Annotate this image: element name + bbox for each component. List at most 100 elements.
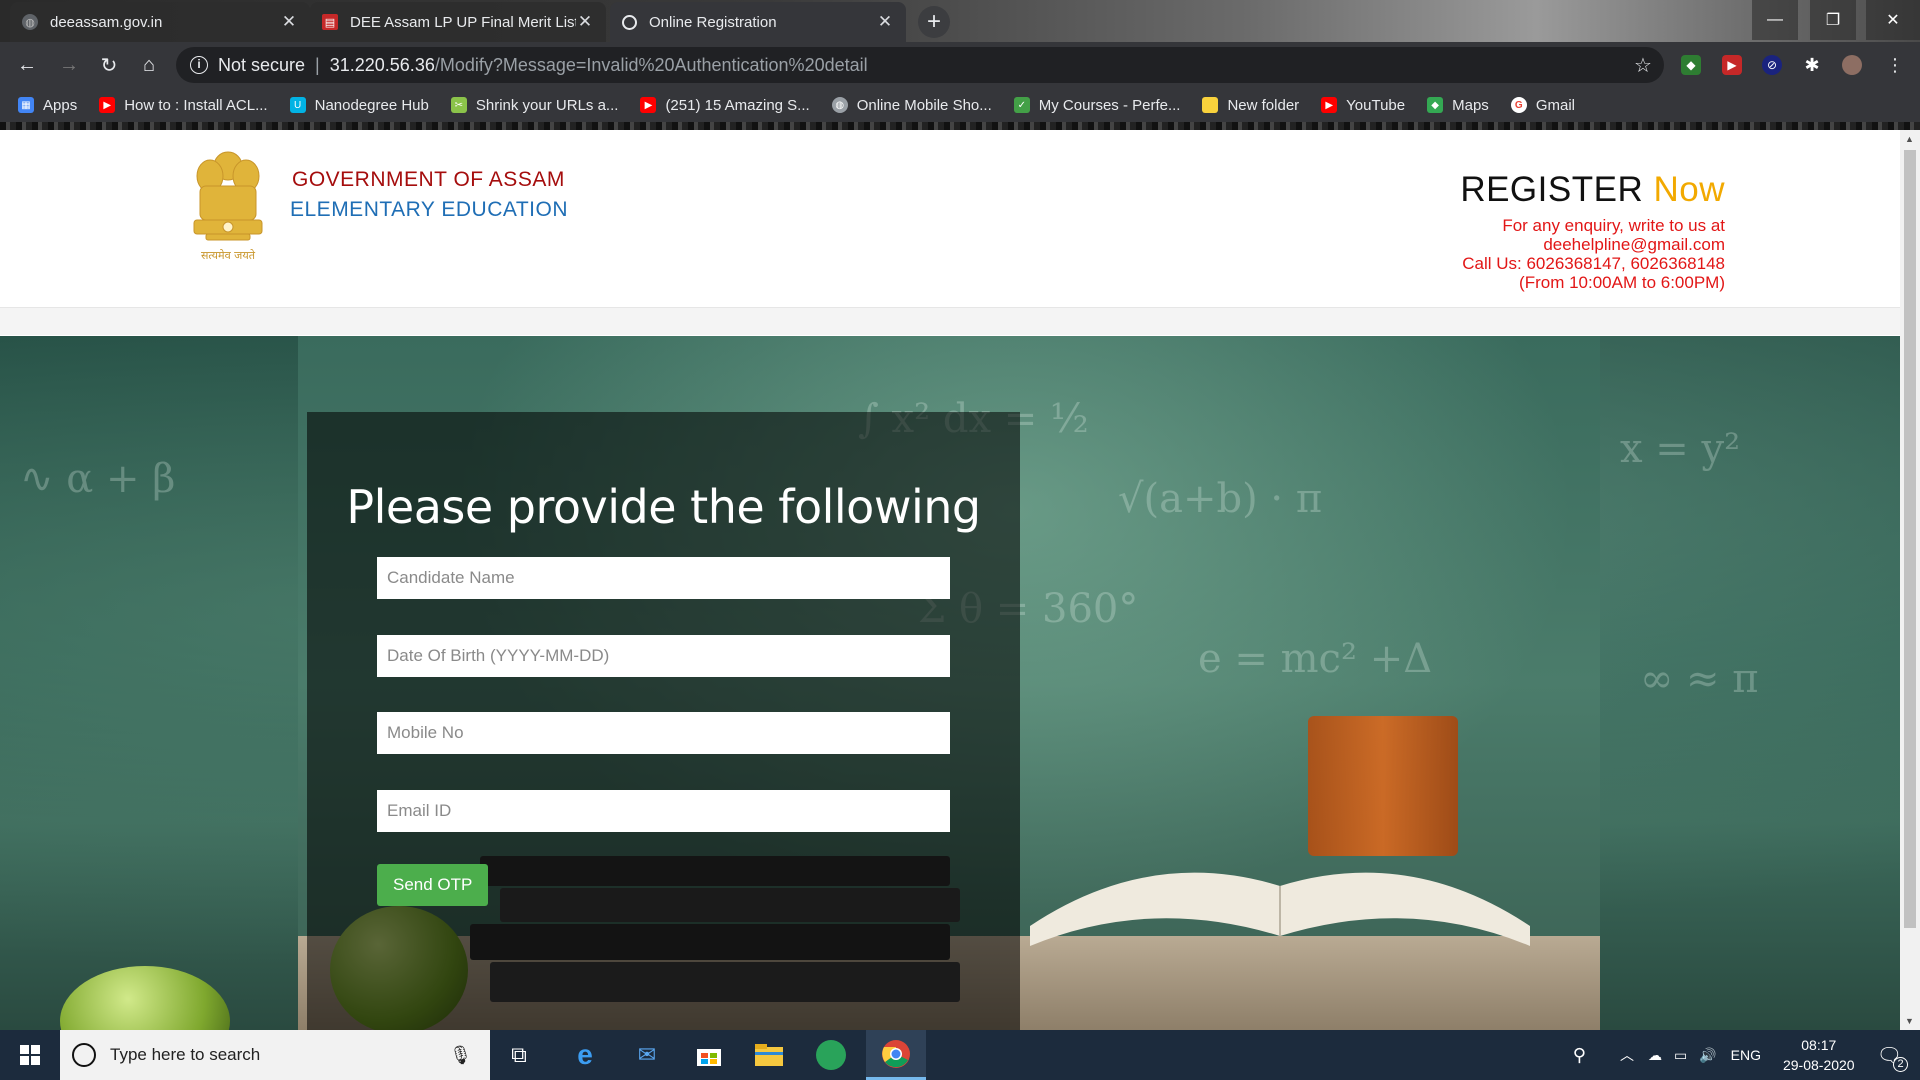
send-otp-button[interactable]: Send OTP [377, 864, 489, 906]
extension-icon[interactable]: ▶ [1722, 55, 1742, 75]
avatar[interactable] [1842, 55, 1862, 75]
bookmark-item[interactable]: U Nanodegree Hub [289, 97, 429, 114]
restore-button[interactable]: ❐ [1810, 0, 1856, 40]
bookmark-label: How to : Install ACL... [124, 96, 268, 114]
chalk-doodle: ∞ ≈ π [1640, 656, 1759, 702]
microphone-icon[interactable]: 🎙 [449, 1045, 472, 1066]
bookmark-folder[interactable]: New folder [1202, 97, 1299, 114]
battery-icon[interactable]: ▭ [1674, 1047, 1687, 1064]
chalk-doodle: ∿ α + β [20, 456, 176, 502]
back-arrow-icon[interactable]: ← [12, 50, 42, 80]
close-window-button[interactable]: ✕ [1866, 0, 1920, 40]
scrollbar-thumb[interactable] [1904, 150, 1916, 928]
tab-online-registration[interactable]: Online Registration ✕ [610, 2, 906, 42]
mobile-number-input[interactable] [377, 712, 950, 754]
bookmark-label: YouTube [1346, 96, 1406, 114]
store-icon[interactable] [692, 1038, 726, 1072]
email-id-input[interactable] [377, 790, 950, 832]
bookmark-label: Shrink your URLs a... [475, 96, 619, 114]
tab-merit-list[interactable]: ▤ DEE Assam LP UP Final Merit List ✕ [310, 2, 606, 42]
youtube-icon: ▶ [1321, 97, 1338, 113]
pdf-icon: ▤ [322, 14, 338, 30]
scroll-down-icon[interactable]: ▼ [1905, 1016, 1914, 1026]
bookmark-item[interactable]: ◍ Online Mobile Sho... [831, 96, 992, 114]
extension-icon[interactable]: ⊘ [1762, 55, 1782, 75]
tab-title: Online Registration [649, 13, 777, 31]
extensions-puzzle-icon[interactable]: ✱ [1802, 55, 1822, 75]
emblem-caption: सत्यमेव जयते [201, 249, 256, 262]
date-of-birth-input[interactable] [377, 635, 950, 677]
close-icon[interactable]: ✕ [280, 12, 298, 32]
url-path: /Modify?Message=Invalid%20Authentication… [434, 54, 868, 75]
tab-title: deeassam.gov.in [50, 13, 163, 31]
scroll-up-icon[interactable]: ▲ [1905, 134, 1914, 144]
bookmark-label: Online Mobile Sho... [856, 96, 992, 114]
folder-icon [1202, 97, 1219, 113]
language-indicator[interactable]: ENG [1731, 1047, 1761, 1063]
system-tray: ⚲ ︿ ☁ ▭ 🔊 ENG 08:17 29-08-2020 🗨 2 [1573, 1030, 1920, 1080]
bookmark-item[interactable]: ◆ Maps [1427, 97, 1489, 114]
start-button[interactable] [0, 1030, 60, 1080]
shrink-icon: ✂ [450, 97, 467, 113]
info-icon[interactable]: i [190, 56, 208, 74]
chalk-doodle: x = y² [1620, 426, 1741, 472]
tab-deeassam[interactable]: ◍ deeassam.gov.in ✕ [10, 2, 310, 42]
clock[interactable]: 08:17 29-08-2020 [1783, 1035, 1855, 1075]
taskbar-search-box[interactable]: Type here to search 🎙 [60, 1030, 490, 1080]
bookmark-item[interactable]: G Gmail [1510, 97, 1575, 114]
maps-icon: ◆ [1427, 97, 1444, 113]
close-icon[interactable]: ✕ [876, 12, 894, 32]
bookmark-item[interactable]: ✂ Shrink your URLs a... [450, 96, 619, 114]
search-placeholder: Type here to search [110, 1045, 261, 1064]
contact-email[interactable]: deehelpline@gmail.com [1462, 235, 1725, 254]
bookmark-item[interactable]: ▶ (251) 15 Amazing S... [640, 96, 810, 114]
minimize-button[interactable]: — [1752, 0, 1798, 40]
edge-icon[interactable]: e [568, 1038, 602, 1072]
enquiry-line: For any enquiry, write to us at [1502, 216, 1725, 235]
government-title: GOVERNMENT OF ASSAM [292, 168, 565, 191]
mail-icon[interactable]: ✉ [630, 1038, 664, 1072]
new-tab-button[interactable]: + [918, 6, 950, 38]
nav-bar [0, 307, 1900, 335]
menu-kebab-icon[interactable]: ⋮ [1880, 50, 1910, 80]
home-icon[interactable]: ⌂ [134, 50, 164, 80]
app-icon[interactable] [814, 1038, 848, 1072]
file-explorer-icon[interactable] [752, 1038, 786, 1072]
emblem-logo: सत्यमेव जयते [193, 151, 263, 262]
bookmarks-bar: ▦ Apps ▶ How to : Install ACL... U Nanodegr… [0, 88, 1920, 122]
clock-time: 08:17 [1801, 1037, 1837, 1053]
browser-tab-strip: ◍ deeassam.gov.in ✕ ▤ DEE Assam LP UP Fi… [0, 0, 1920, 42]
course-icon: ✓ [1013, 97, 1030, 113]
page-scrollbar[interactable]: ▲ ▼ [1900, 130, 1920, 1030]
bookmark-label: Maps [1452, 96, 1489, 114]
open-book-image [1030, 872, 1530, 946]
address-bar[interactable]: i Not secure | 31.220.56.36 /Modify?Mess… [176, 47, 1664, 83]
bookmark-apps[interactable]: ▦ Apps [18, 97, 77, 114]
bookmark-item[interactable]: ▶ YouTube [1321, 97, 1405, 114]
extension-icon[interactable]: ◆ [1681, 55, 1701, 75]
close-icon[interactable]: ✕ [576, 12, 594, 32]
bookmark-item[interactable]: ▶ How to : Install ACL... [99, 96, 268, 114]
contact-phone: Call Us: 6026368147, 6026368148 [1462, 254, 1725, 273]
bookmark-star-icon[interactable]: ☆ [1628, 50, 1658, 80]
bookmark-label: (251) 15 Amazing S... [665, 96, 810, 114]
form-title: Please provide the following [346, 480, 981, 534]
chalk-doodle: e = mc² +Δ [1198, 636, 1433, 682]
notifications-icon[interactable]: 🗨 2 [1877, 1043, 1908, 1072]
udacity-icon: U [289, 97, 306, 113]
bookmark-item[interactable]: ✓ My Courses - Perfe... [1013, 97, 1180, 114]
forward-arrow-icon[interactable]: → [54, 50, 84, 80]
separator: | [315, 54, 320, 75]
chrome-icon[interactable] [866, 1030, 926, 1080]
reload-icon[interactable]: ↻ [94, 50, 124, 80]
task-view-icon[interactable]: ⧉ [502, 1038, 536, 1072]
candidate-name-input[interactable] [377, 557, 950, 599]
onedrive-icon[interactable]: ☁ [1648, 1047, 1662, 1064]
url-host: 31.220.56.36 [329, 54, 435, 75]
security-label: Not secure [218, 54, 306, 75]
bookmark-label: New folder [1227, 96, 1300, 114]
people-icon[interactable]: ⚲ [1573, 1045, 1586, 1066]
globe-icon [622, 14, 637, 30]
chevron-up-icon[interactable]: ︿ [1620, 1045, 1634, 1065]
volume-icon[interactable]: 🔊 [1699, 1047, 1716, 1064]
